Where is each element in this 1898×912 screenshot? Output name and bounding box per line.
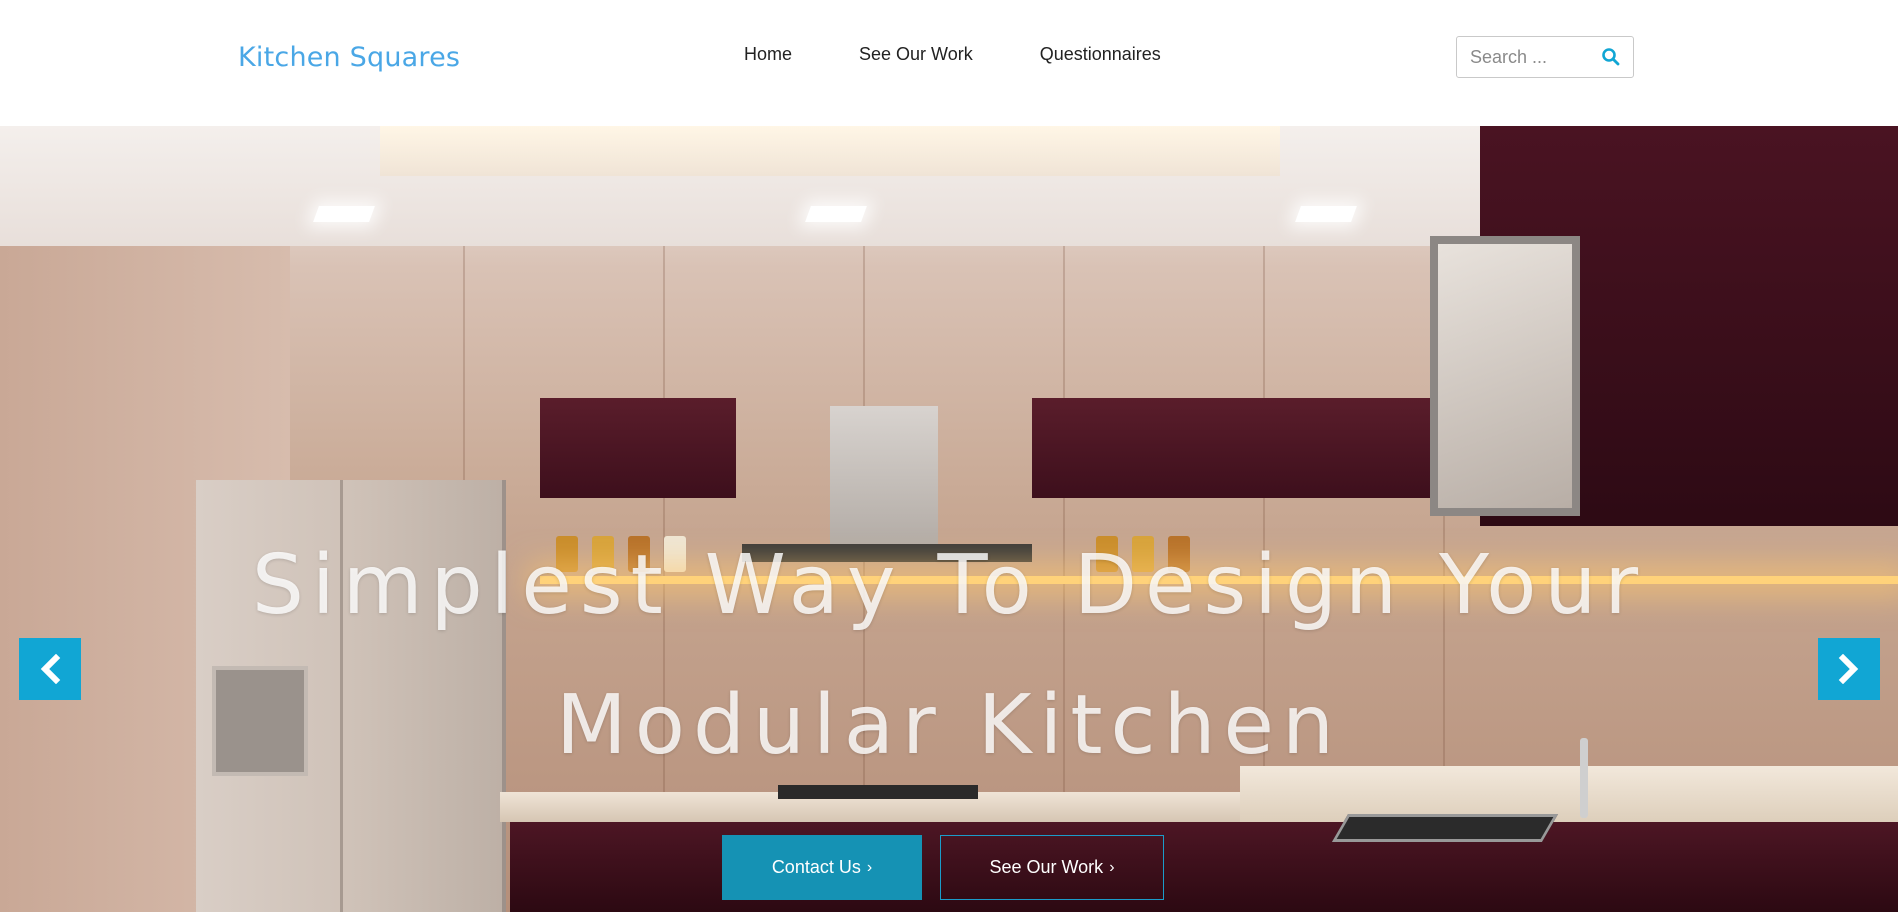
nav-see-our-work[interactable]: See Our Work (859, 44, 973, 65)
brand-logo[interactable]: Kitchen Squares (238, 42, 460, 73)
search-icon[interactable] (1601, 47, 1621, 67)
slider-prev-button[interactable] (19, 638, 81, 700)
chevron-left-icon (40, 654, 61, 684)
countertop-right (1240, 766, 1898, 826)
glass-cabinet (1430, 236, 1580, 516)
site-header: Kitchen Squares Home See Our Work Questi… (0, 0, 1898, 126)
main-nav: Home See Our Work Questionnaires (744, 44, 1228, 65)
upper-cabinet (1032, 398, 1232, 498)
hero-slider: Simplest Way To Design Your Modular Kitc… (0, 126, 1898, 912)
nav-home[interactable]: Home (744, 44, 792, 65)
ceiling-cove-light (380, 126, 1280, 176)
downlight (805, 206, 867, 222)
downlight (313, 206, 375, 222)
search-input[interactable] (1470, 46, 1600, 68)
sink (1331, 814, 1559, 842)
see-our-work-button[interactable]: See Our Work › (940, 835, 1164, 900)
downlight (1295, 206, 1357, 222)
hero-title-line-2: Modular Kitchen (556, 678, 1342, 773)
chevron-right-icon: › (866, 858, 873, 876)
lower-cabinet (510, 822, 1898, 912)
chevron-right-icon (1838, 654, 1859, 684)
hero-title-line-1: Simplest Way To Design Your (251, 538, 1647, 633)
search-box (1456, 36, 1634, 78)
nav-questionnaires[interactable]: Questionnaires (1040, 44, 1161, 65)
chevron-right-icon: › (1109, 858, 1115, 876)
slider-next-button[interactable] (1818, 638, 1880, 700)
contact-us-button[interactable]: Contact Us › (722, 835, 922, 900)
see-our-work-label: See Our Work (989, 857, 1104, 877)
upper-cabinet (540, 398, 736, 498)
contact-us-label: Contact Us (771, 857, 861, 877)
gas-stove (778, 785, 978, 799)
range-hood (830, 406, 938, 546)
